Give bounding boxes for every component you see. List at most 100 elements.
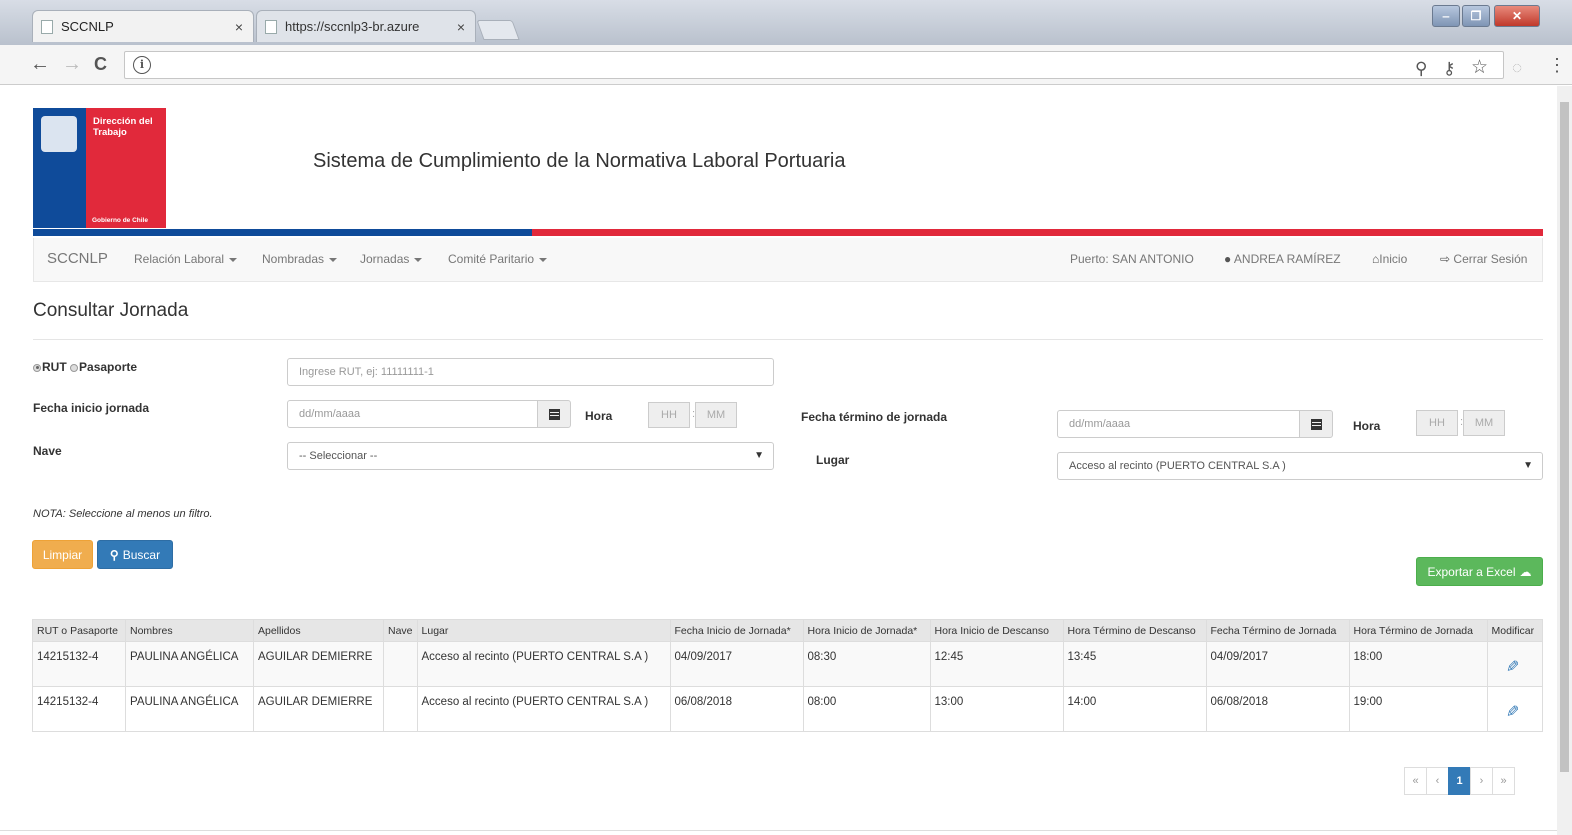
browser-menu-icon[interactable]: ⋮	[1548, 55, 1566, 76]
new-tab-button[interactable]	[476, 20, 520, 40]
search-icon: ⚲	[109, 547, 119, 562]
hora-inicio-label: Hora	[585, 409, 613, 423]
cell-nave	[383, 641, 418, 687]
cell-inicio-descanso: 13:00	[929, 686, 1064, 732]
scrollbar-thumb[interactable]	[1560, 102, 1569, 772]
logout-link[interactable]: ⇨ Cerrar Sesión	[1440, 252, 1527, 266]
caret-down-icon	[229, 257, 238, 262]
calendar-button[interactable]	[537, 400, 571, 428]
lugar-select[interactable]: Acceso al recinto (PUERTO CENTRAL S.A ) …	[1057, 452, 1543, 480]
forward-arrow-icon[interactable]: →	[62, 53, 82, 76]
page-last[interactable]: »	[1492, 767, 1515, 795]
cell-fecha-termino: 04/09/2017	[1205, 641, 1350, 687]
pagination: « ‹ 1 › »	[1404, 767, 1515, 795]
menu-nombradas[interactable]: Nombradas	[262, 252, 338, 266]
caret-down-icon	[414, 257, 423, 262]
window-maximize-button[interactable]: ❐	[1462, 5, 1490, 27]
cell-lugar: Acceso al recinto (PUERTO CENTRAL S.A )	[416, 686, 671, 732]
site-title: Sistema de Cumplimiento de la Normativa …	[313, 150, 846, 172]
user-menu[interactable]: ● ANDREA RAMÍREZ	[1224, 252, 1341, 266]
cell-inicio-descanso: 12:45	[929, 641, 1064, 687]
col-header: Lugar	[416, 619, 671, 642]
tab-close-icon[interactable]: ×	[235, 19, 243, 35]
fecha-inicio-input[interactable]: dd/mm/aaaa	[287, 400, 539, 428]
dropdown-arrow-icon: ▼	[754, 450, 764, 461]
caret-down-icon	[329, 257, 338, 262]
key-icon[interactable]: ⚷	[1443, 59, 1455, 79]
col-header: Nombres	[125, 619, 254, 642]
zoom-icon[interactable]: ⚲	[1415, 59, 1427, 79]
menu-relacion-laboral[interactable]: Relación Laboral	[134, 252, 238, 266]
table-row: 14215132-4 PAULINA ANGÉLICA AGUILAR DEMI…	[32, 641, 1544, 687]
fecha-termino-input[interactable]: dd/mm/aaaa	[1057, 410, 1301, 438]
cell-hora-inicio: 08:00	[802, 686, 931, 732]
hora-termino-label: Hora	[1353, 419, 1381, 433]
page-prev[interactable]: ‹	[1426, 767, 1449, 795]
col-header: Hora Inicio de Descanso	[929, 619, 1064, 642]
cell-rut: 14215132-4	[32, 686, 126, 732]
navbar-brand[interactable]: SCCNLP	[47, 250, 108, 267]
rut-input[interactable]: Ingrese RUT, ej: 11111111-1	[287, 358, 774, 386]
url-input[interactable]: i ⚲ ⚷ ☆	[124, 51, 1504, 79]
col-header: Hora Término de Descanso	[1062, 619, 1207, 642]
radio-pasaporte[interactable]	[70, 363, 79, 372]
window-close-button[interactable]: ✕	[1494, 5, 1540, 27]
cell-apellidos: AGUILAR DEMIERRE	[253, 641, 384, 687]
menu-jornadas[interactable]: Jornadas	[360, 252, 423, 266]
inicio-link[interactable]: ⌂Inicio	[1372, 252, 1407, 266]
fecha-termino-label: Fecha término de jornada	[801, 410, 948, 424]
menu-comite-paritario[interactable]: Comité Paritario	[448, 252, 548, 266]
cell-hora-inicio: 08:30	[802, 641, 931, 687]
cell-rut: 14215132-4	[32, 641, 126, 687]
filter-note: NOTA: Seleccione al menos un filtro.	[33, 508, 213, 520]
cell-apellidos: AGUILAR DEMIERRE	[253, 686, 384, 732]
cell-nave	[383, 686, 418, 732]
divider	[0, 830, 1557, 831]
bookmark-star-icon[interactable]: ☆	[1471, 56, 1488, 79]
hora-termino-mm[interactable]: MM	[1463, 410, 1505, 436]
sign-out-icon: ⇨	[1440, 252, 1451, 266]
vertical-scrollbar[interactable]	[1557, 86, 1572, 835]
table-row: 14215132-4 PAULINA ANGÉLICA AGUILAR DEMI…	[32, 686, 1544, 732]
address-bar: ← → C i ⚲ ⚷ ☆ ◌ ⋮	[0, 45, 1572, 85]
cell-modificar: ✎	[1486, 641, 1544, 687]
cell-termino-descanso: 13:45	[1062, 641, 1207, 687]
edit-pencil-icon[interactable]: ✎	[1506, 657, 1519, 677]
tab-close-icon[interactable]: ×	[457, 19, 465, 35]
page-content: Dirección del Trabajo Gobierno de Chile …	[0, 86, 1557, 835]
exportar-excel-button[interactable]: Exportar a Excel ☁	[1416, 557, 1543, 586]
page-first[interactable]: «	[1404, 767, 1427, 795]
hora-termino-hh[interactable]: HH	[1416, 410, 1458, 436]
table-header-row: RUT o Pasaporte Nombres Apellidos Nave L…	[32, 619, 1544, 642]
hora-inicio-hh[interactable]: HH	[648, 402, 690, 428]
dropdown-arrow-icon: ▼	[1523, 460, 1533, 471]
calendar-button[interactable]	[1299, 410, 1333, 438]
back-arrow-icon[interactable]: ←	[30, 53, 50, 76]
flag-stripe	[33, 229, 1543, 236]
calendar-icon	[548, 408, 560, 420]
direccion-trabajo-logo: Dirección del Trabajo Gobierno de Chile	[33, 108, 166, 228]
col-header: RUT o Pasaporte	[32, 619, 126, 642]
coat-of-arms-icon	[41, 116, 77, 152]
reload-icon[interactable]: C	[94, 54, 107, 75]
extension-icon[interactable]: ◌	[1512, 58, 1522, 78]
info-icon[interactable]: i	[133, 56, 151, 74]
caret-down-icon	[539, 257, 548, 262]
nave-select[interactable]: -- Seleccionar -- ▼	[287, 442, 774, 470]
col-header: Fecha Término de Jornada	[1205, 619, 1350, 642]
cell-hora-termino: 19:00	[1348, 686, 1488, 732]
tab-azure[interactable]: https://sccnlp3-br.azure ×	[256, 10, 476, 42]
page-current[interactable]: 1	[1448, 767, 1471, 795]
nave-label: Nave	[33, 444, 62, 458]
buscar-button[interactable]: ⚲ Buscar	[97, 540, 173, 569]
lugar-label: Lugar	[816, 453, 850, 467]
limpiar-button[interactable]: Limpiar	[32, 540, 93, 569]
tab-sccnlp[interactable]: SCCNLP ×	[32, 10, 254, 42]
page-next[interactable]: ›	[1470, 767, 1493, 795]
window-minimize-button[interactable]: ‒	[1432, 5, 1460, 27]
user-icon: ●	[1224, 252, 1232, 266]
edit-pencil-icon[interactable]: ✎	[1506, 702, 1519, 722]
tab-title: https://sccnlp3-br.azure	[285, 19, 420, 34]
radio-rut[interactable]	[33, 363, 41, 372]
hora-inicio-mm[interactable]: MM	[695, 402, 737, 428]
